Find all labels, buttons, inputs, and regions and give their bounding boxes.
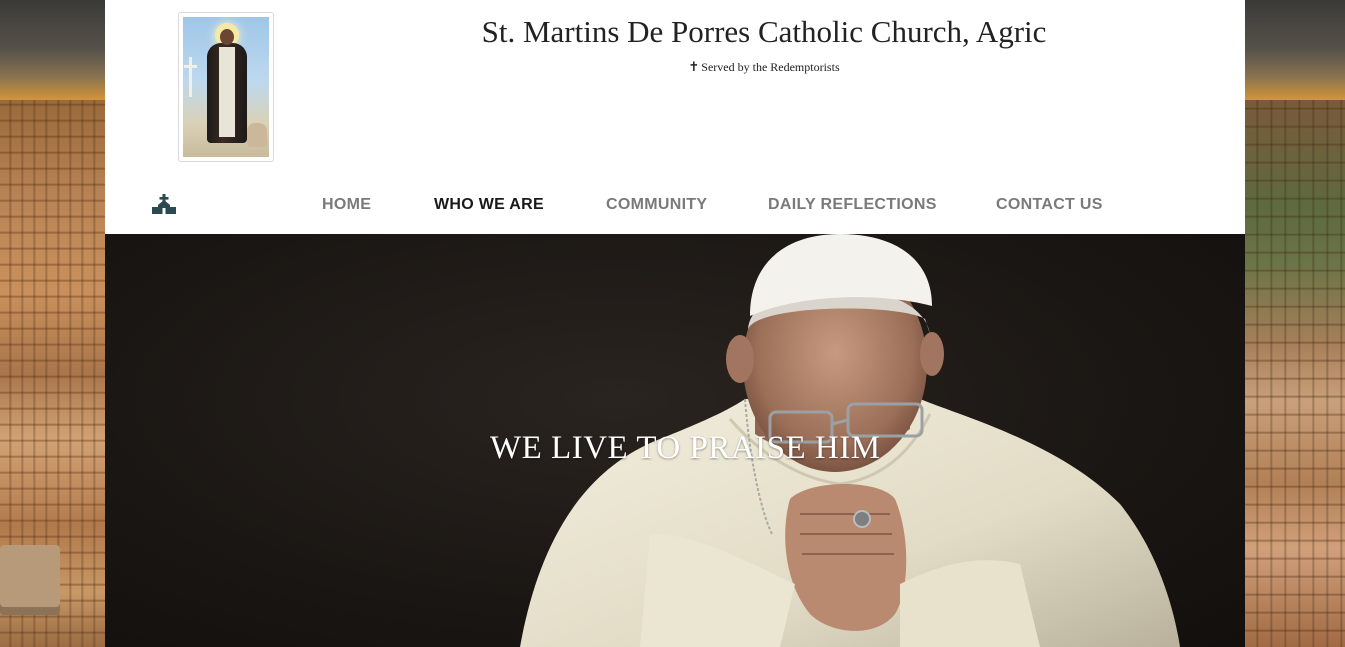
hero-banner: WE LIVE TO PRAISE HIM (105, 234, 1245, 647)
main-nav: HOME WHO WE ARE COMMUNITY DAILY REFLECTI… (105, 185, 1245, 225)
nav-daily-reflections[interactable]: DAILY REFLECTIONS (768, 196, 937, 214)
background-city-left (0, 0, 105, 647)
nav-home[interactable]: HOME (322, 196, 371, 214)
background-sky (0, 0, 105, 110)
background-sky (1245, 0, 1345, 110)
cross-icon: ✝ (688, 59, 700, 74)
tagline-text: Served by the Redemptorists (701, 60, 840, 74)
hero-heading: WE LIVE TO PRAISE HIM (490, 430, 881, 466)
site-tagline: ✝ Served by the Redemptorists (425, 59, 1103, 75)
nav-contact-us[interactable]: CONTACT US (996, 196, 1103, 214)
background-city-right (1245, 0, 1345, 647)
church-logo-link[interactable] (178, 12, 274, 162)
background-rooftops (1245, 100, 1345, 647)
nav-who-we-are[interactable]: WHO WE ARE (434, 196, 544, 214)
background-building (0, 545, 60, 615)
saint-martin-image (183, 17, 269, 157)
site-title[interactable]: St. Martins De Porres Catholic Church, A… (425, 14, 1103, 50)
page-container: St. Martins De Porres Catholic Church, A… (105, 0, 1245, 647)
nav-community[interactable]: COMMUNITY (606, 196, 707, 214)
